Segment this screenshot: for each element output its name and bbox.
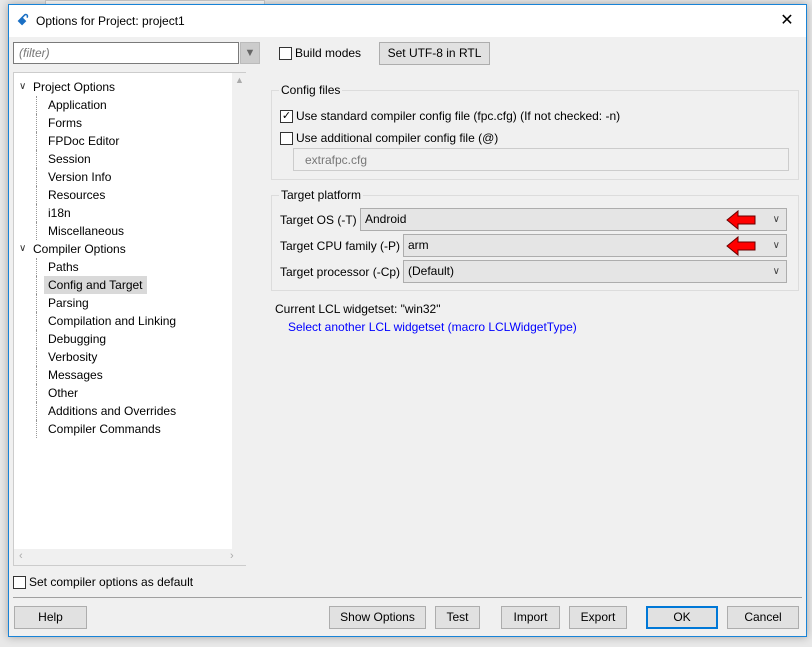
tree-item[interactable]: Other [48,384,78,402]
tree-item[interactable]: Version Info [48,168,111,186]
target-cpu-label: Target CPU family (-P) [280,239,401,253]
build-modes-label: Build modes [295,46,362,60]
tree-item[interactable]: Additions and Overrides [48,402,176,420]
tree-line [36,420,44,438]
additional-config-input[interactable]: extrafpc.cfg [293,148,789,171]
ok-button[interactable]: OK [646,606,718,629]
target-cpu-select[interactable]: arm ∨ [403,234,787,257]
tree-item[interactable]: Miscellaneous [48,222,124,240]
options-dialog: ꗃ Options for Project: project1 ✕ (filte… [8,4,807,637]
tree-line [36,204,44,222]
filter-input[interactable]: (filter) [13,42,239,64]
show-options-button[interactable]: Show Options [329,606,426,629]
additional-config-label: Use additional compiler config file (@) [296,131,499,145]
current-widgetset-label: Current LCL widgetset: "win32" [275,302,441,316]
additional-config-checkbox[interactable] [280,132,293,145]
tree-line [36,402,44,420]
standard-config-label: Use standard compiler config file (fpc.c… [296,109,621,123]
tree-line [36,168,44,186]
target-processor-label: Target processor (-Cp) [280,265,401,279]
tree-item[interactable]: FPDoc Editor [48,132,119,150]
chevron-down-icon: ∨ [772,214,780,225]
separator [13,597,802,598]
set-default-label: Set compiler options as default [29,575,194,589]
tree-line [36,132,44,150]
options-tree: ∨ Project Options Application Forms FPDoc Ed… [13,72,246,566]
tree-item[interactable]: Verbosity [48,348,97,366]
tree-line [36,366,44,384]
set-default-checkbox[interactable] [13,576,26,589]
tree-line [36,294,44,312]
horizontal-scrollbar[interactable]: ‹ › [14,549,246,565]
tree-item[interactable]: Resources [48,186,105,204]
select-widgetset-link[interactable]: Select another LCL widgetset (macro LCLW… [288,320,577,334]
window-title: Options for Project: project1 [36,14,185,28]
expand-arrow-icon[interactable]: ∨ [19,81,26,92]
tree-item[interactable]: Project Options [33,78,115,96]
target-processor-select[interactable]: (Default) ∨ [403,260,787,283]
standard-config-checkbox[interactable]: ✓ [280,110,293,123]
tree-line [36,96,44,114]
help-button[interactable]: Help [14,606,87,629]
tree-item[interactable]: Parsing [48,294,89,312]
test-button[interactable]: Test [435,606,480,629]
set-utf8-button[interactable]: Set UTF-8 in RTL [379,42,490,65]
clear-filter-icon[interactable]: ▼ [240,42,260,64]
expand-arrow-icon[interactable]: ∨ [19,243,26,254]
tree-item[interactable]: Config and Target [44,276,147,294]
config-files-title: Config files [279,83,343,97]
red-arrow-icon [726,210,756,230]
target-cpu-value: arm [408,238,429,252]
title-bar: ꗃ Options for Project: project1 ✕ [9,5,806,37]
close-button[interactable]: ✕ [774,9,800,33]
tree-line [36,114,44,132]
tree-item[interactable]: Application [48,96,107,114]
target-processor-value: (Default) [408,264,455,278]
chevron-down-icon: ∨ [772,240,780,251]
target-os-select[interactable]: Android ∨ [360,208,787,231]
export-button[interactable]: Export [569,606,627,629]
cancel-button[interactable]: Cancel [727,606,799,629]
tree-item[interactable]: Compiler Options [33,240,126,258]
tree-line [36,330,44,348]
tree-line [36,312,44,330]
tree-line [36,348,44,366]
tree-item[interactable]: i18n [48,204,71,222]
tree-line [36,186,44,204]
chevron-down-icon: ∨ [772,266,780,277]
tree-item[interactable]: Messages [48,366,103,384]
tree-item[interactable]: Forms [48,114,82,132]
tree-line [36,384,44,402]
tree-item[interactable]: Paths [48,258,79,276]
tree-item[interactable]: Compilation and Linking [48,312,176,330]
tree-line [36,276,44,294]
target-os-value: Android [365,212,407,226]
tree-line [36,222,44,240]
target-platform-title: Target platform [279,188,364,202]
vertical-scrollbar[interactable]: ▲ [232,73,246,549]
red-arrow-icon [726,236,756,256]
build-modes-checkbox[interactable] [279,47,292,60]
lazarus-icon: ꗃ [17,12,29,29]
import-button[interactable]: Import [501,606,560,629]
tree-item[interactable]: Debugging [48,330,106,348]
tree-line [36,258,44,276]
target-os-label: Target OS (-T) [280,213,357,227]
tree-item[interactable]: Session [48,150,91,168]
tree-item[interactable]: Compiler Commands [48,420,161,438]
tree-line [36,150,44,168]
